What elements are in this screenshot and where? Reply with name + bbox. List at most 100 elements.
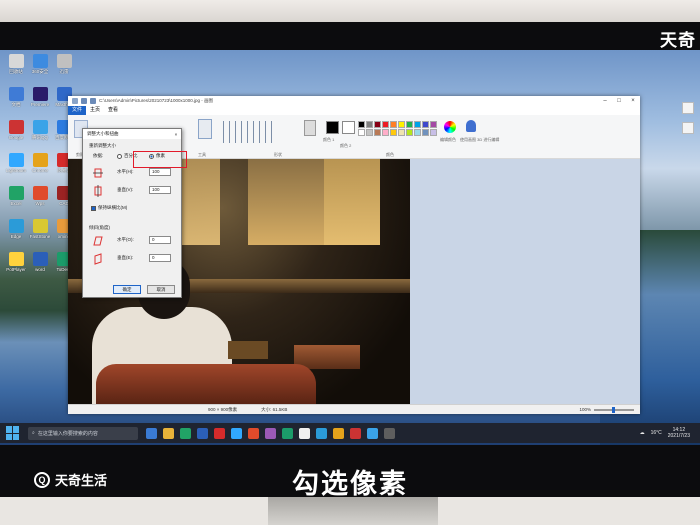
desktop-icon-label: Excel — [10, 201, 22, 206]
skew-v-input[interactable]: 0 — [149, 254, 171, 262]
app-icon — [56, 54, 72, 68]
palette-swatch[interactable] — [422, 129, 429, 136]
maximize-button[interactable]: □ — [612, 98, 626, 104]
tianqi-logo: 天奇 — [660, 31, 696, 50]
skew-h-input[interactable]: 0 — [149, 236, 171, 244]
taskbar-app-icon[interactable] — [197, 427, 208, 439]
palette-swatch[interactable] — [430, 129, 437, 136]
tab-file[interactable]: 文件 — [68, 106, 87, 115]
minimize-button[interactable]: – — [598, 98, 612, 104]
paint3d-icon[interactable] — [466, 120, 476, 132]
taskbar-app-icon[interactable] — [299, 427, 310, 439]
ok-button[interactable]: 确定 — [113, 285, 141, 294]
image-size: 900 × 900像素 — [208, 406, 238, 412]
taskbar-app-icon[interactable] — [350, 427, 361, 439]
clock[interactable]: 14:12 2021/7/23 — [668, 427, 690, 439]
zoom-slider[interactable] — [594, 406, 634, 413]
palette-swatch[interactable] — [398, 129, 405, 136]
taskbar-app-icon[interactable] — [367, 427, 378, 439]
keep-ratio-label: 保持纵横比(M) — [98, 205, 128, 210]
skew-v-icon — [94, 253, 102, 265]
app-icon — [8, 87, 24, 101]
photo-book — [228, 341, 268, 359]
select-icon[interactable] — [198, 119, 212, 139]
shapes-gallery[interactable] — [218, 121, 274, 143]
radio-dot — [117, 153, 122, 159]
taskbar: ⌕ 在这里输入你要搜索的内容 ☁ 16°C 14:12 2021/7/23 — [0, 423, 700, 443]
skew-h-label: 水平(O): — [117, 237, 134, 242]
taskbar-app-icon[interactable] — [248, 427, 259, 439]
tab-home[interactable]: 主页 — [86, 106, 104, 115]
photo-chair — [96, 364, 316, 404]
taskbar-app-icon[interactable] — [163, 427, 174, 439]
app-icon — [8, 120, 24, 134]
v-input[interactable]: 100 — [149, 186, 171, 194]
desktop-icon-label: 迅雷 — [59, 69, 69, 74]
color2-swatch[interactable] — [342, 121, 355, 134]
palette-swatch[interactable] — [382, 121, 389, 128]
taskbar-app-icon[interactable] — [146, 427, 157, 439]
cancel-button[interactable]: 取消 — [147, 285, 175, 294]
save-icon[interactable] — [72, 98, 78, 104]
vertical-resize-icon — [94, 185, 102, 197]
taskbar-search[interactable]: ⌕ 在这里输入你要搜索的内容 — [28, 426, 138, 440]
keep-ratio-checkbox[interactable]: 保持纵横比(M) — [91, 205, 127, 211]
desktop-icon-label: 360安全 — [31, 69, 49, 74]
app-icon — [32, 252, 48, 266]
group-colors: 颜色 — [386, 152, 394, 157]
taskbar-app-icon[interactable] — [316, 427, 327, 439]
palette-swatch[interactable] — [374, 129, 381, 136]
h-label: 水平(H): — [117, 169, 134, 174]
zoom-control: 100% — [555, 406, 634, 413]
doc-icon[interactable] — [682, 122, 694, 134]
taskbar-app-icon[interactable] — [214, 427, 225, 439]
outline-icon[interactable] — [304, 120, 316, 136]
weather-icon[interactable]: ☁ — [640, 430, 645, 436]
app-icon — [8, 153, 24, 167]
palette-swatch[interactable] — [358, 129, 365, 136]
palette-swatch[interactable] — [390, 129, 397, 136]
paint3d-label: 使用画图 3D 进行编辑 — [460, 137, 500, 142]
palette-swatch[interactable] — [422, 121, 429, 128]
tab-view[interactable]: 查看 — [104, 106, 122, 115]
checkbox-box — [91, 205, 96, 211]
redo-icon[interactable] — [90, 98, 96, 104]
close-window-button[interactable]: × — [626, 98, 640, 104]
taskbar-app-icon[interactable] — [282, 427, 293, 439]
palette-swatch[interactable] — [366, 129, 373, 136]
palette-swatch[interactable] — [366, 121, 373, 128]
palette-swatch[interactable] — [414, 121, 421, 128]
palette-swatch[interactable] — [430, 121, 437, 128]
palette-swatch[interactable] — [406, 129, 413, 136]
taskbar-app-icon[interactable] — [180, 427, 191, 439]
palette-swatch[interactable] — [382, 129, 389, 136]
desktop-icon-label: PotPlayer — [6, 267, 26, 272]
desktop-icon-label: Chrome — [31, 168, 48, 173]
h-input[interactable]: 100 — [149, 168, 171, 176]
zoom-level: 100% — [579, 407, 591, 412]
desktop-icon[interactable]: 迅雷 — [48, 54, 80, 84]
palette-swatch[interactable] — [390, 121, 397, 128]
palette-swatch[interactable] — [398, 121, 405, 128]
app-icon — [32, 87, 48, 101]
app-icon — [32, 219, 48, 233]
palette-swatch[interactable] — [406, 121, 413, 128]
palette-swatch[interactable] — [414, 129, 421, 136]
undo-icon[interactable] — [81, 98, 87, 104]
palette-swatch[interactable] — [374, 121, 381, 128]
taskbar-app-icon[interactable] — [333, 427, 344, 439]
app-icon — [8, 54, 24, 68]
file-size: 大小: 61.5KB — [261, 406, 288, 412]
app-icon — [32, 54, 48, 68]
windows-start-icon[interactable] — [6, 426, 20, 440]
taskbar-app-icon[interactable] — [384, 427, 395, 439]
color1-swatch[interactable] — [326, 121, 339, 134]
highlight-box — [133, 151, 187, 168]
taskbar-app-icon[interactable] — [265, 427, 276, 439]
right-desktop-icons — [682, 102, 694, 142]
taskbar-app-icon[interactable] — [231, 427, 242, 439]
doc-icon[interactable] — [682, 102, 694, 114]
edit-colors-icon[interactable] — [444, 121, 456, 133]
dialog-close-button[interactable]: × — [171, 132, 181, 137]
palette-swatch[interactable] — [358, 121, 365, 128]
